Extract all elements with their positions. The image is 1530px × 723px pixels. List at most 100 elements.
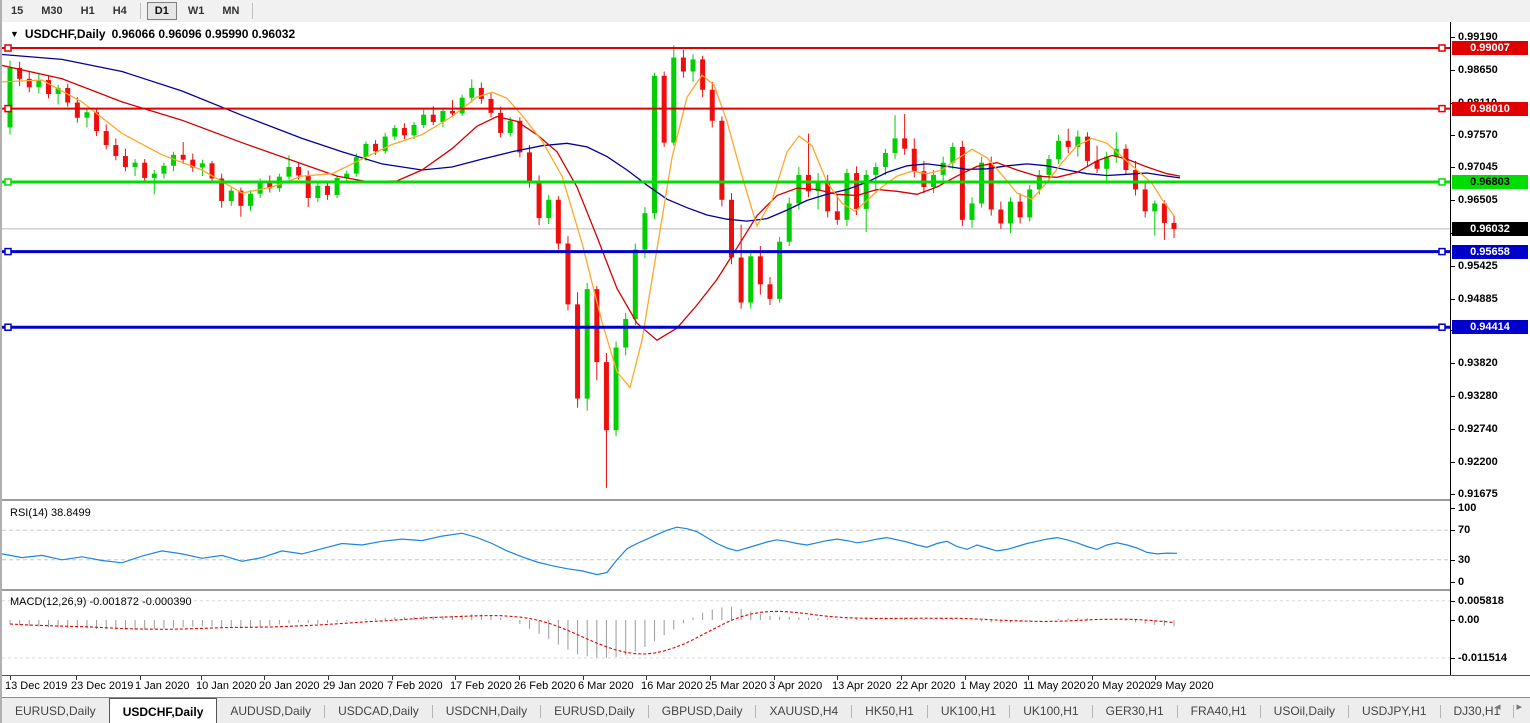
chart-tab-gbpusd-daily[interactable]: GBPUSD,Daily xyxy=(649,698,756,723)
axis-tick-mark xyxy=(1451,657,1455,659)
macd-tick-label: 0.00 xyxy=(1458,614,1480,626)
timeframe-button-d1[interactable]: D1 xyxy=(146,2,177,20)
rsi-indicator-pane[interactable] xyxy=(2,501,1450,589)
chart-tab-uk100-h1[interactable]: UK100,H1 xyxy=(1010,698,1091,723)
price-tick-label: 0.97045 xyxy=(1458,161,1498,174)
hline-price-badge: 0.98010 xyxy=(1452,101,1528,116)
rsi-tick-label: 30 xyxy=(1458,553,1471,566)
chart-ohlc-values: 0.96066 0.96096 0.95990 0.96032 xyxy=(111,27,296,41)
timeframe-button-m30[interactable]: M30 xyxy=(34,3,69,19)
axis-tick-mark xyxy=(1451,493,1455,495)
axis-tick-mark xyxy=(1451,167,1455,169)
chart-tab-eurusd-daily[interactable]: EURUSD,Daily xyxy=(541,698,648,723)
date-tick-label: 6 Mar 2020 xyxy=(578,680,634,692)
axis-tick-mark xyxy=(1451,135,1455,137)
date-tick-label: 25 Mar 2020 xyxy=(705,680,767,692)
hline-price-badge: 0.96803 xyxy=(1452,174,1528,189)
price-tick-label: 0.93280 xyxy=(1458,390,1498,403)
timeframe-button-15[interactable]: 15 xyxy=(4,3,30,19)
timeframe-button-h1[interactable]: H1 xyxy=(74,3,102,19)
axis-tick-mark xyxy=(1451,428,1455,430)
chart-title: ▼ USDCHF,Daily 0.96066 0.96096 0.95990 0… xyxy=(10,27,295,41)
axis-tick-mark xyxy=(1451,530,1455,532)
price-tick-label: 0.96505 xyxy=(1458,194,1498,207)
trading-terminal-window: 15 M30 H1 H4 D1 W1 MN ▼ USDCHF,Daily 0.96066 0… xyxy=(0,0,1530,723)
axis-tick-mark xyxy=(1451,69,1455,71)
date-tick-label: 13 Apr 2020 xyxy=(832,680,892,692)
chart-tab-fra40-h1[interactable]: FRA40,H1 xyxy=(1178,698,1260,723)
date-tick-label: 22 Apr 2020 xyxy=(896,680,956,692)
hline-price-badge: 0.99007 xyxy=(1452,41,1528,55)
chart-tab-usdjpy-h1[interactable]: USDJPY,H1 xyxy=(1349,698,1439,723)
chart-tab-usdchf-daily[interactable]: USDCHF,Daily xyxy=(108,698,218,723)
price-tick-label: 0.97570 xyxy=(1458,129,1498,142)
main-price-chart[interactable] xyxy=(2,22,1450,499)
date-tick-label: 3 Apr 2020 xyxy=(769,680,823,692)
macd-tick-label: -0.011514 xyxy=(1458,651,1507,664)
rsi-tick-label: 70 xyxy=(1458,524,1471,537)
axis-tick-mark xyxy=(1451,600,1455,602)
chart-tab-xauusd-h4[interactable]: XAUUSD,H4 xyxy=(756,698,851,723)
current-price-badge: 0.96032 xyxy=(1452,221,1528,236)
rsi-label: RSI(14) 38.8499 xyxy=(10,507,91,519)
axis-tick-mark xyxy=(1451,620,1455,621)
axis-tick-mark xyxy=(1451,461,1455,463)
timeframe-button-h4[interactable]: H4 xyxy=(106,3,134,19)
date-tick-label: 13 Dec 2019 xyxy=(5,680,68,692)
price-tick-label: 0.93820 xyxy=(1458,357,1498,370)
hline-price-badge: 0.94414 xyxy=(1452,320,1528,335)
rsi-tick-label: 100 xyxy=(1458,502,1477,514)
price-tick-label: 0.92740 xyxy=(1458,422,1498,435)
chart-tab-usdcnh-daily[interactable]: USDCNH,Daily xyxy=(433,698,540,723)
chart-tab-usdcad-daily[interactable]: USDCAD,Daily xyxy=(325,698,432,723)
tab-scroll-arrows: ◂ ▸ xyxy=(1495,700,1522,713)
date-tick-label: 23 Dec 2019 xyxy=(71,680,134,692)
timeframe-button-mn[interactable]: MN xyxy=(215,3,246,19)
chart-tab-usoil-daily[interactable]: USOil,Daily xyxy=(1261,698,1348,723)
chart-tab-bar: EURUSD,Daily USDCHF,Daily AUDUSD,Daily USDC… xyxy=(2,697,1530,723)
axis-tick-mark xyxy=(1451,508,1455,509)
macd-indicator-pane[interactable] xyxy=(2,591,1450,675)
price-tick-label: 0.91675 xyxy=(1458,487,1498,500)
date-tick-label: 16 Mar 2020 xyxy=(641,680,703,692)
tab-scroll-right-icon[interactable]: ▸ xyxy=(1516,700,1522,713)
date-tick-label: 7 Feb 2020 xyxy=(387,680,443,692)
chart-tab-uk100-h1[interactable]: UK100,H1 xyxy=(928,698,1009,723)
date-tick-label: 29 Jan 2020 xyxy=(323,680,384,692)
axis-tick-mark xyxy=(1451,396,1455,398)
date-tick-label: 1 May 2020 xyxy=(960,680,1018,692)
hline-price-badge: 0.95658 xyxy=(1452,244,1528,259)
axis-tick-mark xyxy=(1451,200,1455,202)
date-tick-label: 20 May 2020 xyxy=(1087,680,1151,692)
axis-tick-mark xyxy=(1451,363,1455,365)
timeframe-button-w1[interactable]: W1 xyxy=(181,3,212,19)
chart-tab-hk50-h1[interactable]: HK50,H1 xyxy=(852,698,927,723)
date-tick-label: 1 Jan 2020 xyxy=(135,680,190,692)
date-tick-label: 29 May 2020 xyxy=(1150,680,1214,692)
timeframe-toolbar: 15 M30 H1 H4 D1 W1 MN xyxy=(2,0,1530,23)
ma-slow-line xyxy=(2,53,1181,222)
rsi-tick-label: 0 xyxy=(1458,576,1465,588)
symbol-dropdown-icon[interactable]: ▼ xyxy=(10,29,19,39)
date-tick-label: 10 Jan 2020 xyxy=(196,680,257,692)
axis-tick-mark xyxy=(1451,298,1455,300)
price-axis[interactable]: 0.991900.986500.981100.975700.970450.965… xyxy=(1450,22,1530,675)
chart-tab-audusd-daily[interactable]: AUDUSD,Daily xyxy=(217,698,324,723)
macd-label: MACD(12,26,9) -0.001872 -0.000390 xyxy=(10,596,192,608)
price-tick-label: 0.92200 xyxy=(1458,455,1498,468)
chart-symbol-label: USDCHF,Daily xyxy=(24,27,106,41)
date-axis[interactable]: 13 Dec 2019 23 Dec 2019 1 Jan 2020 10 Jan 2… xyxy=(2,676,1450,697)
chart-tab-eurusd-daily[interactable]: EURUSD,Daily xyxy=(2,698,109,723)
price-tick-label: 0.98650 xyxy=(1458,63,1498,76)
axis-tick-mark xyxy=(1451,36,1455,38)
axis-tick-mark xyxy=(1451,559,1455,561)
macd-tick-label: 0.005818 xyxy=(1458,594,1504,607)
axis-tick-mark xyxy=(1451,582,1455,583)
tab-scroll-left-icon[interactable]: ◂ xyxy=(1495,700,1501,713)
toolbar-separator xyxy=(139,3,141,19)
date-tick-label: 20 Jan 2020 xyxy=(259,680,320,692)
date-tick-label: 11 May 2020 xyxy=(1023,680,1086,692)
chart-tab-ger30-h1[interactable]: GER30,H1 xyxy=(1093,698,1177,723)
ma-medium-line xyxy=(2,64,1181,341)
toolbar-separator xyxy=(252,3,254,19)
